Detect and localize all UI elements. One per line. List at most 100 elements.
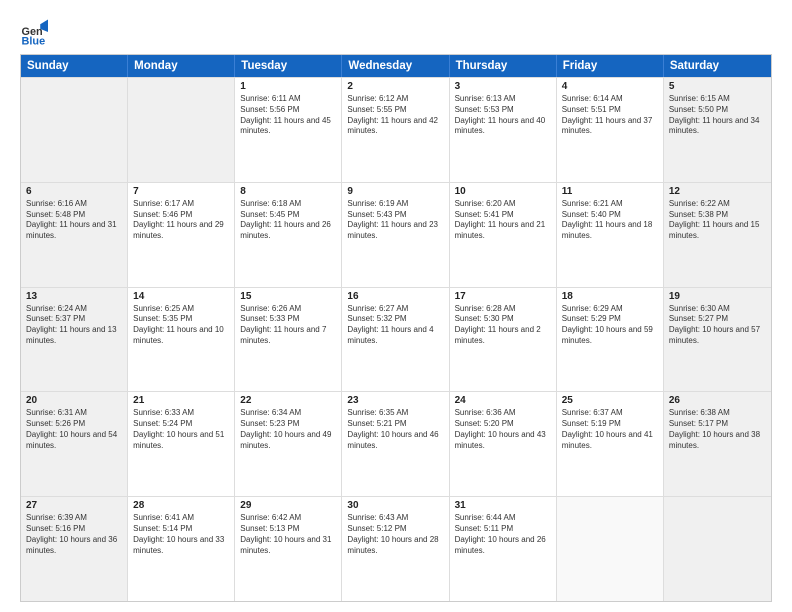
day-number: 6: [26, 186, 122, 197]
weekday-header-saturday: Saturday: [664, 55, 771, 77]
day-cell-11: 11Sunrise: 6:21 AM Sunset: 5:40 PM Dayli…: [557, 183, 664, 287]
day-cell-20: 20 Sunrise: 6:31 AM Sunset: 5:26 PM Dayli…: [21, 392, 128, 496]
day-info: Sunrise: 6:28 AM Sunset: 5:30 PM Dayligh…: [455, 304, 551, 347]
day-info: Sunrise: 6:31 AM Sunset: 5:26 PM Dayligh…: [26, 408, 122, 451]
day-number: 7: [133, 186, 229, 197]
day-info: Sunrise: 6:25 AM Sunset: 5:35 PM Dayligh…: [133, 304, 229, 347]
day-info: Sunrise: 6:33 AM Sunset: 5:24 PM Dayligh…: [133, 408, 229, 451]
day-cell-17: 17 Sunrise: 6:28 AM Sunset: 5:30 PM Dayli…: [450, 288, 557, 392]
weekday-header-tuesday: Tuesday: [235, 55, 342, 77]
day-info: Sunrise: 6:29 AM Sunset: 5:29 PM Dayligh…: [562, 304, 658, 347]
day-cell-6: 6 Sunrise: 6:16 AM Sunset: 5:48 PM Daylig…: [21, 183, 128, 287]
day-cell-31: 31 Sunrise: 6:44 AM Sunset: 5:11 PM Dayli…: [450, 497, 557, 601]
day-info: Sunrise: 6:38 AM Sunset: 5:17 PM Dayligh…: [669, 408, 766, 451]
day-cell-12: 12 Sunrise: 6:22 AM Sunset: 5:38 PM Dayli…: [664, 183, 771, 287]
calendar: SundayMondayTuesdayWednesdayThursdayFrid…: [20, 54, 772, 602]
day-info: Sunrise: 6:17 AM Sunset: 5:46 PM Dayligh…: [133, 199, 229, 242]
day-number: 22: [240, 395, 336, 406]
day-info: Sunrise: 6:36 AM Sunset: 5:20 PM Dayligh…: [455, 408, 551, 451]
day-number: 2: [347, 81, 443, 92]
day-cell-26: 26Sunrise: 6:38 AM Sunset: 5:17 PM Dayli…: [664, 392, 771, 496]
day-info: Sunrise: 6:18 AM Sunset: 5:45 PM Dayligh…: [240, 199, 336, 242]
calendar-week-5: 27 Sunrise: 6:39 AM Sunset: 5:16 PM Dayli…: [21, 496, 771, 601]
day-info: Sunrise: 6:14 AM Sunset: 5:51 PM Dayligh…: [562, 94, 658, 137]
day-info: Sunrise: 6:27 AM Sunset: 5:32 PM Dayligh…: [347, 304, 443, 347]
weekday-header-wednesday: Wednesday: [342, 55, 449, 77]
day-number: 3: [455, 81, 551, 92]
day-cell-16: 16 Sunrise: 6:27 AM Sunset: 5:32 PM Dayli…: [342, 288, 449, 392]
day-number: 14: [133, 291, 229, 302]
day-number: 12: [669, 186, 766, 197]
day-number: 24: [455, 395, 551, 406]
day-number: 20: [26, 395, 122, 406]
day-cell-29: 29 Sunrise: 6:42 AM Sunset: 5:13 PM Dayli…: [235, 497, 342, 601]
day-cell-28: 28 Sunrise: 6:41 AM Sunset: 5:14 PM Dayli…: [128, 497, 235, 601]
day-number: 16: [347, 291, 443, 302]
day-number: 8: [240, 186, 336, 197]
day-cell-22: 22 Sunrise: 6:34 AM Sunset: 5:23 PM Dayli…: [235, 392, 342, 496]
day-number: 18: [562, 291, 658, 302]
day-cell-15: 15 Sunrise: 6:26 AM Sunset: 5:33 PM Dayli…: [235, 288, 342, 392]
day-info: Sunrise: 6:43 AM Sunset: 5:12 PM Dayligh…: [347, 513, 443, 556]
svg-text:Blue: Blue: [22, 35, 46, 46]
day-info: Sunrise: 6:22 AM Sunset: 5:38 PM Dayligh…: [669, 199, 766, 242]
day-cell-9: 9 Sunrise: 6:19 AM Sunset: 5:43 PM Daylig…: [342, 183, 449, 287]
day-info: Sunrise: 6:16 AM Sunset: 5:48 PM Dayligh…: [26, 199, 122, 242]
page-header: Gen Blue: [20, 18, 772, 46]
day-number: 10: [455, 186, 551, 197]
day-cell-18: 18 Sunrise: 6:29 AM Sunset: 5:29 PM Dayli…: [557, 288, 664, 392]
weekday-header-monday: Monday: [128, 55, 235, 77]
day-cell-24: 24 Sunrise: 6:36 AM Sunset: 5:20 PM Dayli…: [450, 392, 557, 496]
calendar-week-2: 6 Sunrise: 6:16 AM Sunset: 5:48 PM Daylig…: [21, 182, 771, 287]
day-info: Sunrise: 6:35 AM Sunset: 5:21 PM Dayligh…: [347, 408, 443, 451]
day-number: 1: [240, 81, 336, 92]
day-info: Sunrise: 6:15 AM Sunset: 5:50 PM Dayligh…: [669, 94, 766, 137]
day-number: 29: [240, 500, 336, 511]
empty-cell: [21, 78, 128, 182]
day-info: Sunrise: 6:39 AM Sunset: 5:16 PM Dayligh…: [26, 513, 122, 556]
weekday-header-sunday: Sunday: [21, 55, 128, 77]
day-info: Sunrise: 6:30 AM Sunset: 5:27 PM Dayligh…: [669, 304, 766, 347]
day-info: Sunrise: 6:34 AM Sunset: 5:23 PM Dayligh…: [240, 408, 336, 451]
day-cell-19: 19 Sunrise: 6:30 AM Sunset: 5:27 PM Dayli…: [664, 288, 771, 392]
logo: Gen Blue: [20, 18, 52, 46]
day-info: Sunrise: 6:20 AM Sunset: 5:41 PM Dayligh…: [455, 199, 551, 242]
calendar-week-3: 13Sunrise: 6:24 AM Sunset: 5:37 PM Dayli…: [21, 287, 771, 392]
day-number: 9: [347, 186, 443, 197]
day-info: Sunrise: 6:26 AM Sunset: 5:33 PM Dayligh…: [240, 304, 336, 347]
day-cell-30: 30Sunrise: 6:43 AM Sunset: 5:12 PM Dayli…: [342, 497, 449, 601]
day-info: Sunrise: 6:42 AM Sunset: 5:13 PM Dayligh…: [240, 513, 336, 556]
day-number: 13: [26, 291, 122, 302]
day-number: 23: [347, 395, 443, 406]
day-info: Sunrise: 6:41 AM Sunset: 5:14 PM Dayligh…: [133, 513, 229, 556]
day-number: 31: [455, 500, 551, 511]
day-cell-25: 25Sunrise: 6:37 AM Sunset: 5:19 PM Dayli…: [557, 392, 664, 496]
day-number: 27: [26, 500, 122, 511]
calendar-week-1: 1 Sunrise: 6:11 AM Sunset: 5:56 PM Daylig…: [21, 77, 771, 182]
day-number: 4: [562, 81, 658, 92]
calendar-week-4: 20 Sunrise: 6:31 AM Sunset: 5:26 PM Dayli…: [21, 391, 771, 496]
day-number: 15: [240, 291, 336, 302]
day-number: 19: [669, 291, 766, 302]
day-number: 17: [455, 291, 551, 302]
logo-icon: Gen Blue: [20, 18, 48, 46]
day-info: Sunrise: 6:11 AM Sunset: 5:56 PM Dayligh…: [240, 94, 336, 137]
day-cell-10: 10 Sunrise: 6:20 AM Sunset: 5:41 PM Dayli…: [450, 183, 557, 287]
calendar-header: SundayMondayTuesdayWednesdayThursdayFrid…: [21, 55, 771, 77]
day-cell-7: 7 Sunrise: 6:17 AM Sunset: 5:46 PM Daylig…: [128, 183, 235, 287]
day-cell-14: 14 Sunrise: 6:25 AM Sunset: 5:35 PM Dayli…: [128, 288, 235, 392]
day-number: 25: [562, 395, 658, 406]
day-info: Sunrise: 6:44 AM Sunset: 5:11 PM Dayligh…: [455, 513, 551, 556]
day-cell-1: 1 Sunrise: 6:11 AM Sunset: 5:56 PM Daylig…: [235, 78, 342, 182]
day-info: Sunrise: 6:19 AM Sunset: 5:43 PM Dayligh…: [347, 199, 443, 242]
day-number: 21: [133, 395, 229, 406]
day-cell-27: 27 Sunrise: 6:39 AM Sunset: 5:16 PM Dayli…: [21, 497, 128, 601]
empty-cell: [128, 78, 235, 182]
empty-cell: [664, 497, 771, 601]
day-info: Sunrise: 6:21 AM Sunset: 5:40 PM Dayligh…: [562, 199, 658, 242]
day-number: 28: [133, 500, 229, 511]
day-info: Sunrise: 6:13 AM Sunset: 5:53 PM Dayligh…: [455, 94, 551, 137]
calendar-body: 1 Sunrise: 6:11 AM Sunset: 5:56 PM Daylig…: [21, 77, 771, 601]
day-cell-23: 23 Sunrise: 6:35 AM Sunset: 5:21 PM Dayli…: [342, 392, 449, 496]
day-cell-3: 3 Sunrise: 6:13 AM Sunset: 5:53 PM Daylig…: [450, 78, 557, 182]
